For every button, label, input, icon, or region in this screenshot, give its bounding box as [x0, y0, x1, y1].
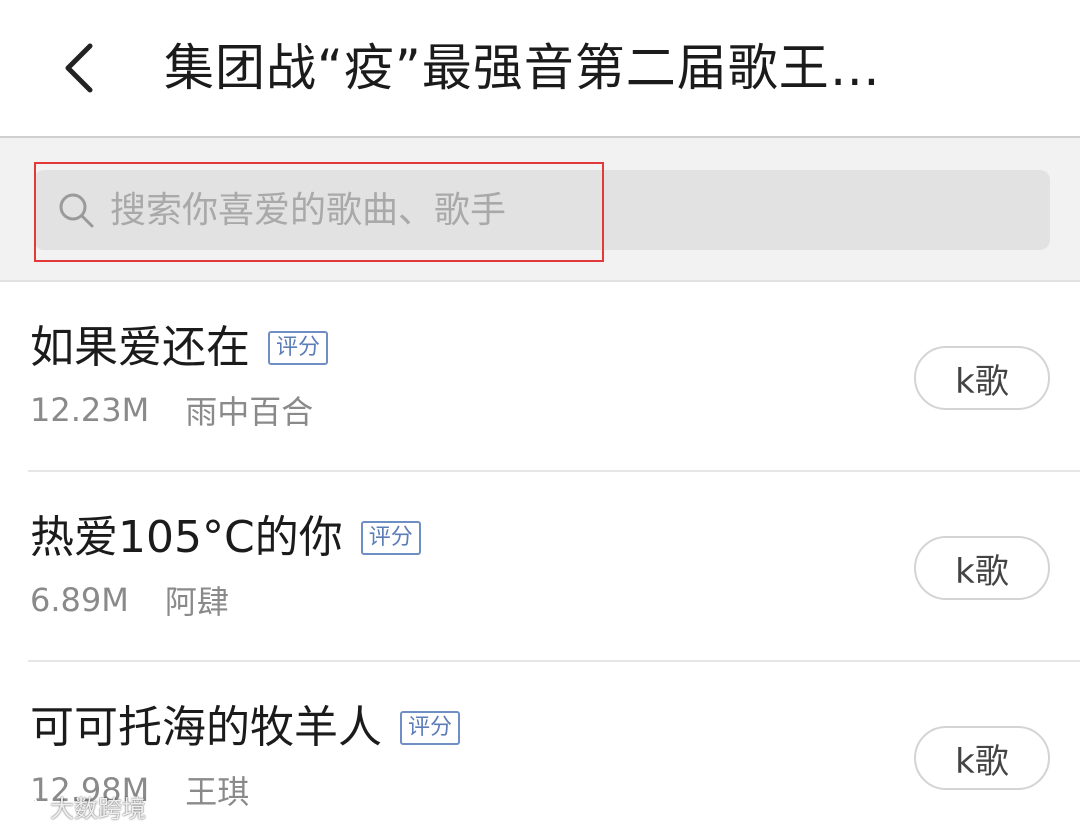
- karaoke-button[interactable]: k歌: [914, 346, 1050, 410]
- song-file-size: 12.23M: [30, 391, 150, 429]
- song-title: 如果爱还在: [30, 322, 250, 373]
- watermark-logo-icon: [9, 794, 43, 817]
- song-meta: 6.89M 阿肆: [30, 578, 229, 622]
- song-artist: 阿肆: [164, 583, 229, 621]
- search-input[interactable]: [110, 184, 1010, 236]
- song-artist: 王琪: [185, 773, 250, 811]
- song-meta: 12.23M 雨中百合: [30, 388, 313, 432]
- song-list-item[interactable]: 热爱105°C的你 评分 6.89M 阿肆 k歌: [28, 472, 1080, 662]
- song-file-size: 6.89M: [30, 581, 129, 619]
- score-badge: 评分: [360, 521, 421, 555]
- page-title: 集团战“疫”最强音第二届歌王…: [164, 39, 881, 97]
- karaoke-button[interactable]: k歌: [914, 536, 1050, 600]
- score-badge: 评分: [400, 711, 461, 745]
- search-icon: [59, 193, 94, 228]
- song-list-item[interactable]: 如果爱还在 评分 12.23M 雨中百合 k歌: [28, 282, 1080, 472]
- back-button[interactable]: [52, 38, 112, 98]
- song-title-row: 热爱105°C的你 评分: [30, 506, 421, 570]
- page: 集团战“疫”最强音第二届歌王… 如果爱还在 评分 12.23M 雨中百合 k歌: [0, 0, 1080, 826]
- song-title: 可可托海的牧羊人: [30, 702, 382, 753]
- watermark: 大数跨境: [6, 788, 146, 824]
- song-list-item[interactable]: 可可托海的牧羊人 评分 12.98M 王琪 k歌: [28, 662, 1080, 826]
- song-title-row: 如果爱还在 评分: [30, 316, 329, 380]
- song-list: 如果爱还在 评分 12.23M 雨中百合 k歌 热爱105°C的你 评分 6.8…: [0, 282, 1080, 826]
- score-badge: 评分: [268, 331, 329, 365]
- song-artist: 雨中百合: [185, 393, 314, 431]
- search-bar-area: [0, 138, 1080, 282]
- song-title-row: 可可托海的牧羊人 评分: [30, 696, 461, 760]
- karaoke-button[interactable]: k歌: [914, 726, 1050, 790]
- search-box[interactable]: [34, 170, 1050, 250]
- song-title: 热爱105°C的你: [30, 512, 343, 563]
- header-bar: 集团战“疫”最强音第二届歌王…: [0, 0, 1080, 138]
- chevron-left-icon: [65, 43, 93, 93]
- watermark-text: 大数跨境: [50, 794, 146, 823]
